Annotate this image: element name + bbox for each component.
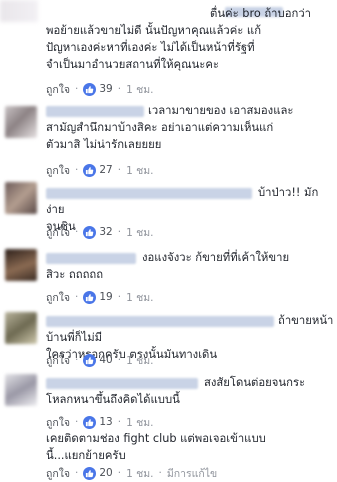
thumbs-up-icon[interactable] [83,466,97,480]
reaction-count[interactable]: 19 [99,291,112,303]
comment-time[interactable]: 1 ชม. [126,352,153,369]
comment-time[interactable]: 1 ชม. [126,465,153,482]
avatar[interactable] [5,106,37,138]
comment-time[interactable]: 1 ชม. [126,414,153,431]
thumbs-up-icon[interactable] [83,290,97,304]
comment-text: เวลามาขายของ เอาสมองและ สามัญสำนึกมาบ้าง… [46,104,294,151]
reaction-count[interactable]: 13 [99,416,112,428]
comment-text: งอแงจังวะ ก้ขายที่ที่เค้าให้ขาย สิวะ ถถถ… [46,251,290,281]
separator: · [75,416,79,428]
separator: · [117,291,122,303]
reaction-count[interactable]: 20 [99,467,112,479]
separator: · [117,164,122,176]
comment-actions: ถูกใจ · 27 · 1 ชม. [46,163,153,177]
reaction-count[interactable]: 39 [99,83,112,95]
like-button[interactable]: ถูกใจ [46,352,70,369]
comment-text: สงสัยโดนต่อยจนกระ โหลกหนาขึ้นถึงคิดได้แบ… [46,376,306,406]
separator: · [117,226,122,238]
like-button[interactable]: ถูกใจ [46,81,70,98]
like-button[interactable]: ถูกใจ [46,465,70,482]
like-button[interactable]: ถูกใจ [46,414,70,431]
comment-actions: ถูกใจ · 32 · 1 ชม. [46,225,153,239]
separator: · [117,83,122,95]
comment-text: ตื่นค่ะ bro ถ้าบอกว่า พอย้ายแล้วขายไม่ดี… [46,7,312,71]
avatar[interactable] [5,182,37,214]
reaction-count[interactable]: 27 [99,164,112,176]
comment-actions: ถูกใจ · 19 · 1 ชม. [46,290,153,304]
reaction-count[interactable]: 40 [99,354,112,366]
thumbs-up-icon[interactable] [83,163,97,177]
comment-actions: ถูกใจ · 39 · 1 ชม. [46,82,153,96]
avatar[interactable] [5,312,37,344]
separator: · [75,164,79,176]
like-button[interactable]: ถูกใจ [46,289,70,306]
reaction-count[interactable]: 32 [99,226,112,238]
comment-time[interactable]: 1 ชม. [126,81,153,98]
comment-time[interactable]: 1 ชม. [126,162,153,179]
separator: · [117,354,122,366]
thumbs-up-icon[interactable] [83,415,97,429]
separator: · [75,291,79,303]
comment-actions: ถูกใจ · 20 · 1 ชม. · มีการแก้ไข [46,466,217,480]
edited-link[interactable]: มีการแก้ไข [167,465,217,482]
comment-text: เคยติดตามช่อง fight club แต่พอเจอเข้าแบบ… [46,432,266,462]
separator: · [75,226,79,238]
comment-actions: ถูกใจ · 13 · 1 ชม. [46,415,153,429]
comment-actions: ถูกใจ · 40 · 1 ชม. [46,353,153,367]
separator: · [117,467,122,479]
avatar[interactable] [5,249,37,281]
thumbs-up-icon[interactable] [83,225,97,239]
separator: · [117,416,122,428]
separator: · [75,354,79,366]
comment-time[interactable]: 1 ชม. [126,224,153,241]
separator: · [75,83,79,95]
thumbs-up-icon[interactable] [83,82,97,96]
separator: · [75,467,79,479]
avatar[interactable] [5,374,37,406]
avatar[interactable] [0,0,38,22]
thumbs-up-icon[interactable] [83,353,97,367]
separator: · [158,467,162,479]
comment-time[interactable]: 1 ชม. [126,289,153,306]
like-button[interactable]: ถูกใจ [46,224,70,241]
like-button[interactable]: ถูกใจ [46,162,70,179]
